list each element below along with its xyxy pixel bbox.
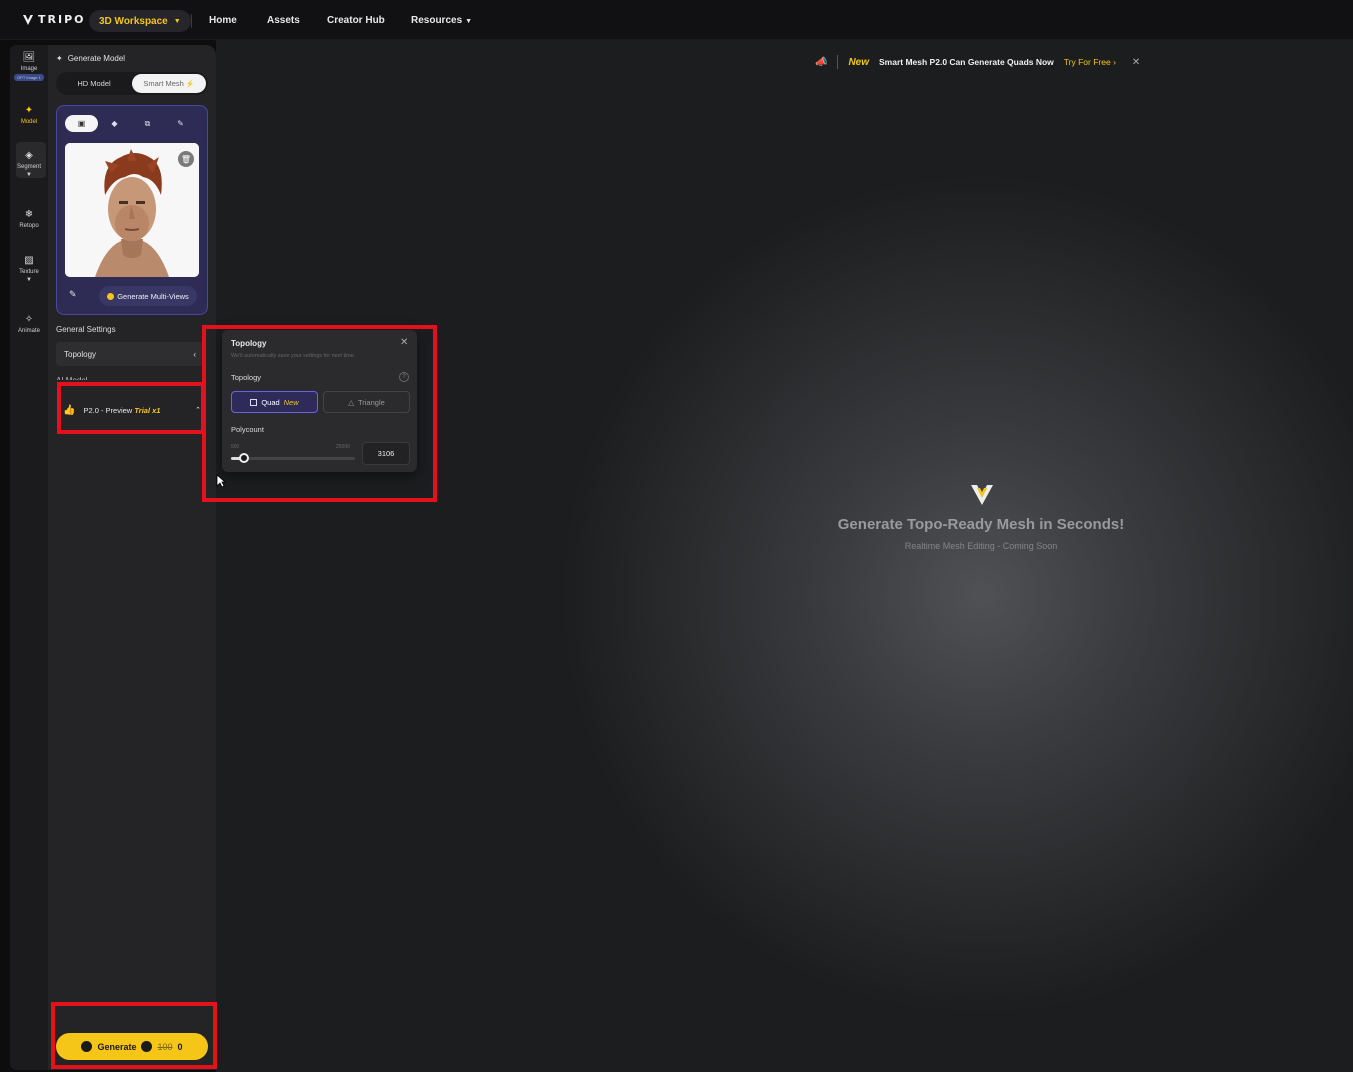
coin-icon (107, 292, 115, 300)
rail-label-texture: Texture (19, 269, 39, 275)
nav-resources-label: Resources (411, 15, 463, 26)
hero-title: Generate Topo-Ready Mesh in Seconds! (837, 516, 1125, 533)
generate-multiviews-button[interactable]: Generate Multi-Views (99, 286, 197, 306)
top-bar: TRIPO 3D Workspace ▼ Home Assets Creator… (0, 0, 1353, 40)
highlight-box-model (57, 382, 205, 434)
workspace-label: 3D Workspace (99, 15, 168, 27)
nav-assets[interactable]: Assets (267, 15, 300, 26)
trash-icon: 🗑 (180, 154, 192, 164)
highlight-box-topology (202, 325, 437, 502)
rail-item-segment[interactable]: ◈ Segment ▼ (10, 150, 48, 179)
try-for-free-label: Try For Free (1063, 57, 1111, 67)
gpt-badge: GPT Image 1 (14, 74, 44, 81)
multiviews-label: Generate Multi-Views (117, 291, 189, 301)
general-settings-heading: General Settings (56, 325, 116, 334)
rail-item-texture[interactable]: ▨ Texture ▼ (10, 255, 48, 284)
chevron-left-icon: ‹ (193, 349, 196, 359)
new-tag: New (848, 56, 870, 68)
rail-label-retopo: Retopo (19, 223, 39, 229)
cube-icon: ◈ (25, 150, 33, 161)
nav-home[interactable]: Home (209, 15, 237, 26)
tab-batch[interactable]: ⧉ (131, 115, 164, 132)
tab-single-image[interactable]: ▣ (65, 115, 98, 132)
rail-item-retopo[interactable]: ❄ Retopo (10, 209, 48, 230)
hero-subtitle: Realtime Mesh Editing - Coming Soon (904, 541, 1058, 551)
chevron-down-icon: ▼ (26, 172, 32, 178)
hd-model-option[interactable]: HD Model (58, 74, 130, 93)
rail-label-model: Model (20, 119, 38, 125)
tripo-logo[interactable]: TRIPO (22, 13, 85, 26)
smart-mesh-option[interactable]: Smart Mesh ⚡ (132, 74, 206, 93)
ai-model-heading: AI Model (56, 375, 88, 380)
pencil-icon: ✎ (177, 119, 184, 128)
workspace-dropdown[interactable]: 3D Workspace ▼ (89, 10, 191, 32)
image-icon: ▣ (77, 119, 86, 128)
rail-item-animate[interactable]: ✧ Animate (10, 314, 48, 335)
close-banner-icon[interactable]: ✕ (1132, 57, 1140, 68)
mouse-cursor (216, 474, 226, 488)
input-type-tabs: ▣ ◆ ⧉ ✎ (65, 115, 199, 132)
smart-mesh-label: Smart Mesh (143, 79, 184, 88)
banner-divider (837, 55, 839, 69)
brand-name: TRIPO (38, 13, 86, 26)
panel-title: Generate Model (67, 54, 126, 63)
model-mode-toggle: HD Model Smart Mesh ⚡ (56, 72, 208, 95)
divider (191, 14, 192, 28)
logo-icon (23, 14, 33, 25)
delete-image-button[interactable]: 🗑 (178, 151, 194, 167)
panel-header: ✦ Generate Model (56, 54, 125, 63)
figure-icon: ✧ (24, 314, 34, 325)
rail-label-image: Image (20, 66, 38, 72)
banner-message: Smart Mesh P2.0 Can Generate Quads Now (879, 57, 1054, 67)
tool-rail: 🖼 Image GPT Image 1 ✦ Model ◈ Segment ▼ … (10, 45, 48, 1070)
chevron-down-icon: ▼ (26, 277, 32, 283)
multiview-row: ✎ Generate Multi-Views (65, 286, 199, 306)
rail-item-image[interactable]: 🖼 Image GPT Image 1 (10, 53, 48, 81)
generate-panel: ✦ Generate Model HD Model Smart Mesh ⚡ ▣ … (48, 45, 216, 1070)
chevron-down-icon: ▼ (173, 17, 181, 25)
tab-sketch[interactable]: ✎ (164, 115, 197, 132)
tripo-center-logo (971, 485, 993, 505)
sparkle-icon: ✦ (24, 105, 34, 116)
nav-resources[interactable]: Resources ▼ (411, 15, 472, 26)
chevron-down-icon: ▼ (465, 18, 473, 25)
edit-image-icon[interactable]: ✎ (69, 289, 77, 300)
input-image-card: ▣ ◆ ⧉ ✎ 🗑 ✎ Generate Multi-Views (56, 105, 208, 315)
rail-label-animate: Animate (17, 328, 40, 334)
try-for-free-link[interactable]: Try For Free › (1064, 57, 1116, 67)
hd-model-label: HD Model (77, 79, 111, 88)
sparkle-icon: ✦ (56, 54, 63, 63)
rail-label-segment: Segment (16, 164, 41, 170)
tab-multi-view[interactable]: ◆ (98, 115, 131, 132)
uploaded-image: 🗑 (65, 143, 199, 277)
gear-icon: ❄ (24, 209, 34, 220)
rail-item-model[interactable]: ✦ Model (10, 105, 48, 126)
megaphone-icon: 📣 (815, 56, 828, 68)
announcement-banner: 📣 New Smart Mesh P2.0 Can Generate Quads… (815, 53, 1140, 71)
texture-icon: ▨ (24, 255, 34, 266)
lightning-icon: ⚡ (185, 80, 195, 88)
layers-icon: ⧉ (144, 118, 151, 128)
highlight-box-generate (51, 1002, 217, 1069)
cube-icon: ◆ (111, 119, 118, 128)
image-icon: 🖼 (22, 52, 36, 63)
topology-setting-row[interactable]: Topology ‹ (56, 342, 204, 366)
viewport-canvas[interactable] (216, 40, 1353, 1072)
nav-creator-hub[interactable]: Creator Hub (327, 15, 385, 26)
topology-row-label: Topology (64, 349, 97, 359)
